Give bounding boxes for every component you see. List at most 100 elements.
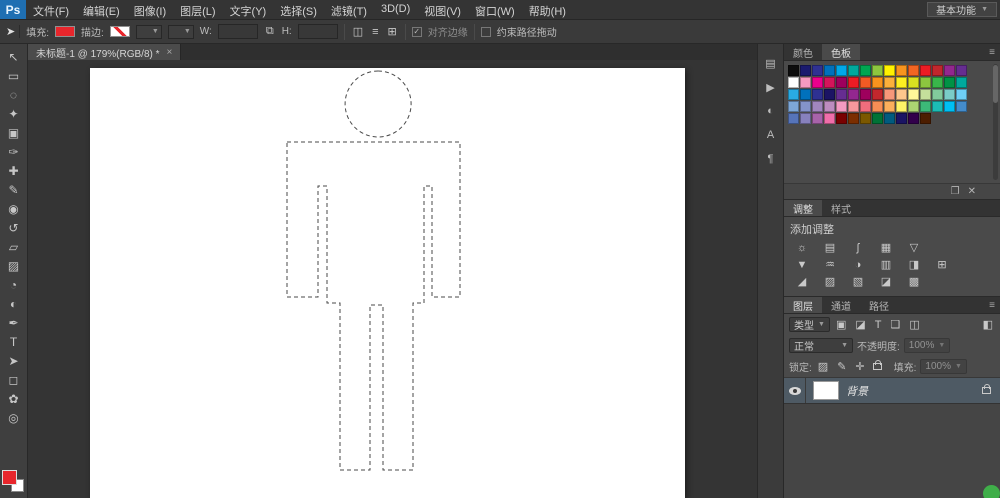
height-input[interactable] bbox=[297, 24, 338, 39]
panel-menu-icon[interactable]: ≡ bbox=[984, 44, 1000, 60]
swatch-color[interactable] bbox=[800, 113, 811, 124]
swatch-color[interactable] bbox=[884, 77, 895, 88]
delete-swatch-icon[interactable]: ✕ bbox=[968, 186, 976, 197]
swatch-color[interactable] bbox=[812, 65, 823, 76]
swatch-color[interactable] bbox=[788, 101, 799, 112]
swatch-color[interactable] bbox=[800, 77, 811, 88]
swatch-color[interactable] bbox=[836, 101, 847, 112]
panel-tab[interactable]: 色板 bbox=[822, 44, 860, 60]
swatch-color[interactable] bbox=[836, 65, 847, 76]
eraser-tool[interactable]: ▱ bbox=[0, 237, 27, 256]
path-arrange-icon[interactable]: ⊞ bbox=[386, 25, 399, 38]
new-swatch-icon[interactable]: ❐ bbox=[951, 186, 960, 197]
swatch-color[interactable] bbox=[836, 77, 847, 88]
actions-panel-icon[interactable]: ▶ bbox=[760, 76, 782, 98]
workspace-switcher-button[interactable]: 基本功能 ▼ bbox=[927, 2, 997, 17]
blend-mode-dropdown[interactable]: 正常 ▼ bbox=[789, 338, 853, 353]
swatch-color[interactable] bbox=[908, 77, 919, 88]
layer-filter-icon[interactable]: ▣ bbox=[834, 318, 848, 331]
dodge-tool[interactable]: ◐ bbox=[0, 294, 27, 313]
swatch-color[interactable] bbox=[920, 89, 931, 100]
swatch-color[interactable] bbox=[848, 113, 859, 124]
swatch-color[interactable] bbox=[956, 65, 967, 76]
brush-tool[interactable]: ✎ bbox=[0, 180, 27, 199]
swatch-color[interactable] bbox=[908, 101, 919, 112]
swatch-color[interactable] bbox=[872, 89, 883, 100]
swatch-color[interactable] bbox=[872, 113, 883, 124]
swatch-color[interactable] bbox=[836, 113, 847, 124]
document-canvas[interactable] bbox=[90, 68, 685, 498]
swatch-color[interactable] bbox=[860, 65, 871, 76]
menu-item-8[interactable]: 3D(D) bbox=[374, 0, 417, 19]
swatch-color[interactable] bbox=[932, 77, 943, 88]
layer-filter-icon[interactable]: ❑ bbox=[888, 318, 902, 331]
swatch-color[interactable] bbox=[884, 65, 895, 76]
swatch-color[interactable] bbox=[884, 89, 895, 100]
adjustment-icon[interactable]: ☼ bbox=[790, 240, 814, 255]
path-arrange-icon[interactable]: ◫ bbox=[351, 25, 365, 38]
layer-filter-icon[interactable]: ◫ bbox=[907, 318, 921, 331]
path-selection-tool[interactable]: ➤ bbox=[0, 351, 27, 370]
adjustment-icon[interactable]: ◑ bbox=[846, 257, 870, 272]
paragraph-panel-icon[interactable]: ¶ bbox=[760, 148, 782, 170]
adjustment-icon[interactable]: ◨ bbox=[902, 257, 926, 272]
swatch-color[interactable] bbox=[788, 113, 799, 124]
menu-item-9[interactable]: 视图(V) bbox=[417, 0, 468, 19]
adjustment-icon[interactable]: ♒ bbox=[818, 257, 842, 272]
swatch-color[interactable] bbox=[944, 77, 955, 88]
menu-item-2[interactable]: 编辑(E) bbox=[76, 0, 127, 19]
swatch-color[interactable] bbox=[896, 101, 907, 112]
swatch-color[interactable] bbox=[920, 77, 931, 88]
swatch-color[interactable] bbox=[860, 89, 871, 100]
adjustment-icon[interactable]: ▼ bbox=[790, 257, 814, 272]
swatch-color[interactable] bbox=[788, 65, 799, 76]
visibility-toggle[interactable] bbox=[784, 378, 806, 403]
crop-tool[interactable]: ▣ bbox=[0, 123, 27, 142]
swatches-scrollbar[interactable] bbox=[993, 64, 998, 180]
swatch-color[interactable] bbox=[860, 101, 871, 112]
swatch-color[interactable] bbox=[788, 89, 799, 100]
menu-item-7[interactable]: 滤镜(T) bbox=[324, 0, 374, 19]
align-edges-checkbox[interactable]: ✓ bbox=[411, 26, 422, 37]
swatch-color[interactable] bbox=[884, 113, 895, 124]
adjustment-icon[interactable]: ▧ bbox=[846, 274, 870, 289]
adjustment-icon[interactable]: ◪ bbox=[874, 274, 898, 289]
swatch-color[interactable] bbox=[848, 101, 859, 112]
menu-item-1[interactable]: 文件(F) bbox=[26, 0, 76, 19]
swatch-color[interactable] bbox=[884, 101, 895, 112]
lock-button-icon[interactable]: ✛ bbox=[853, 360, 866, 373]
swatch-color[interactable] bbox=[860, 77, 871, 88]
filter-toggle-icon[interactable]: ◧ bbox=[981, 318, 995, 331]
layer-filter-icon[interactable]: ◪ bbox=[853, 318, 867, 331]
gradient-tool[interactable]: ▨ bbox=[0, 256, 27, 275]
panel-tab[interactable]: 样式 bbox=[822, 200, 860, 216]
swatch-color[interactable] bbox=[812, 89, 823, 100]
swatch-color[interactable] bbox=[944, 89, 955, 100]
character-panel-icon[interactable]: A bbox=[760, 124, 782, 146]
swatch-color[interactable] bbox=[896, 77, 907, 88]
scrollbar-thumb[interactable] bbox=[993, 65, 998, 103]
swatch-color[interactable] bbox=[860, 113, 871, 124]
foreground-color-swatch[interactable] bbox=[2, 470, 17, 485]
swatch-color[interactable] bbox=[908, 113, 919, 124]
menu-item-6[interactable]: 选择(S) bbox=[273, 0, 324, 19]
layer-thumbnail[interactable] bbox=[813, 381, 839, 400]
swatch-color[interactable] bbox=[896, 65, 907, 76]
swatch-color[interactable] bbox=[956, 89, 967, 100]
constrain-path-checkbox[interactable] bbox=[480, 26, 491, 37]
adjustment-icon[interactable]: ▤ bbox=[818, 240, 842, 255]
swatch-color[interactable] bbox=[944, 101, 955, 112]
stroke-color-swatch[interactable] bbox=[109, 26, 130, 37]
quick-selection-tool[interactable]: ✦ bbox=[0, 104, 27, 123]
adjustment-icon[interactable]: ▥ bbox=[874, 257, 898, 272]
pen-tool[interactable]: ✒ bbox=[0, 313, 27, 332]
swatch-color[interactable] bbox=[812, 113, 823, 124]
swatch-color[interactable] bbox=[812, 77, 823, 88]
swatch-color[interactable] bbox=[824, 113, 835, 124]
adjustment-icon[interactable]: ▨ bbox=[818, 274, 842, 289]
fill-color-swatch[interactable] bbox=[55, 26, 75, 37]
swatch-color[interactable] bbox=[920, 101, 931, 112]
type-tool[interactable]: T bbox=[0, 332, 27, 351]
fill-opacity-dropdown[interactable]: 100% ▼ bbox=[920, 359, 967, 374]
swatch-color[interactable] bbox=[932, 89, 943, 100]
